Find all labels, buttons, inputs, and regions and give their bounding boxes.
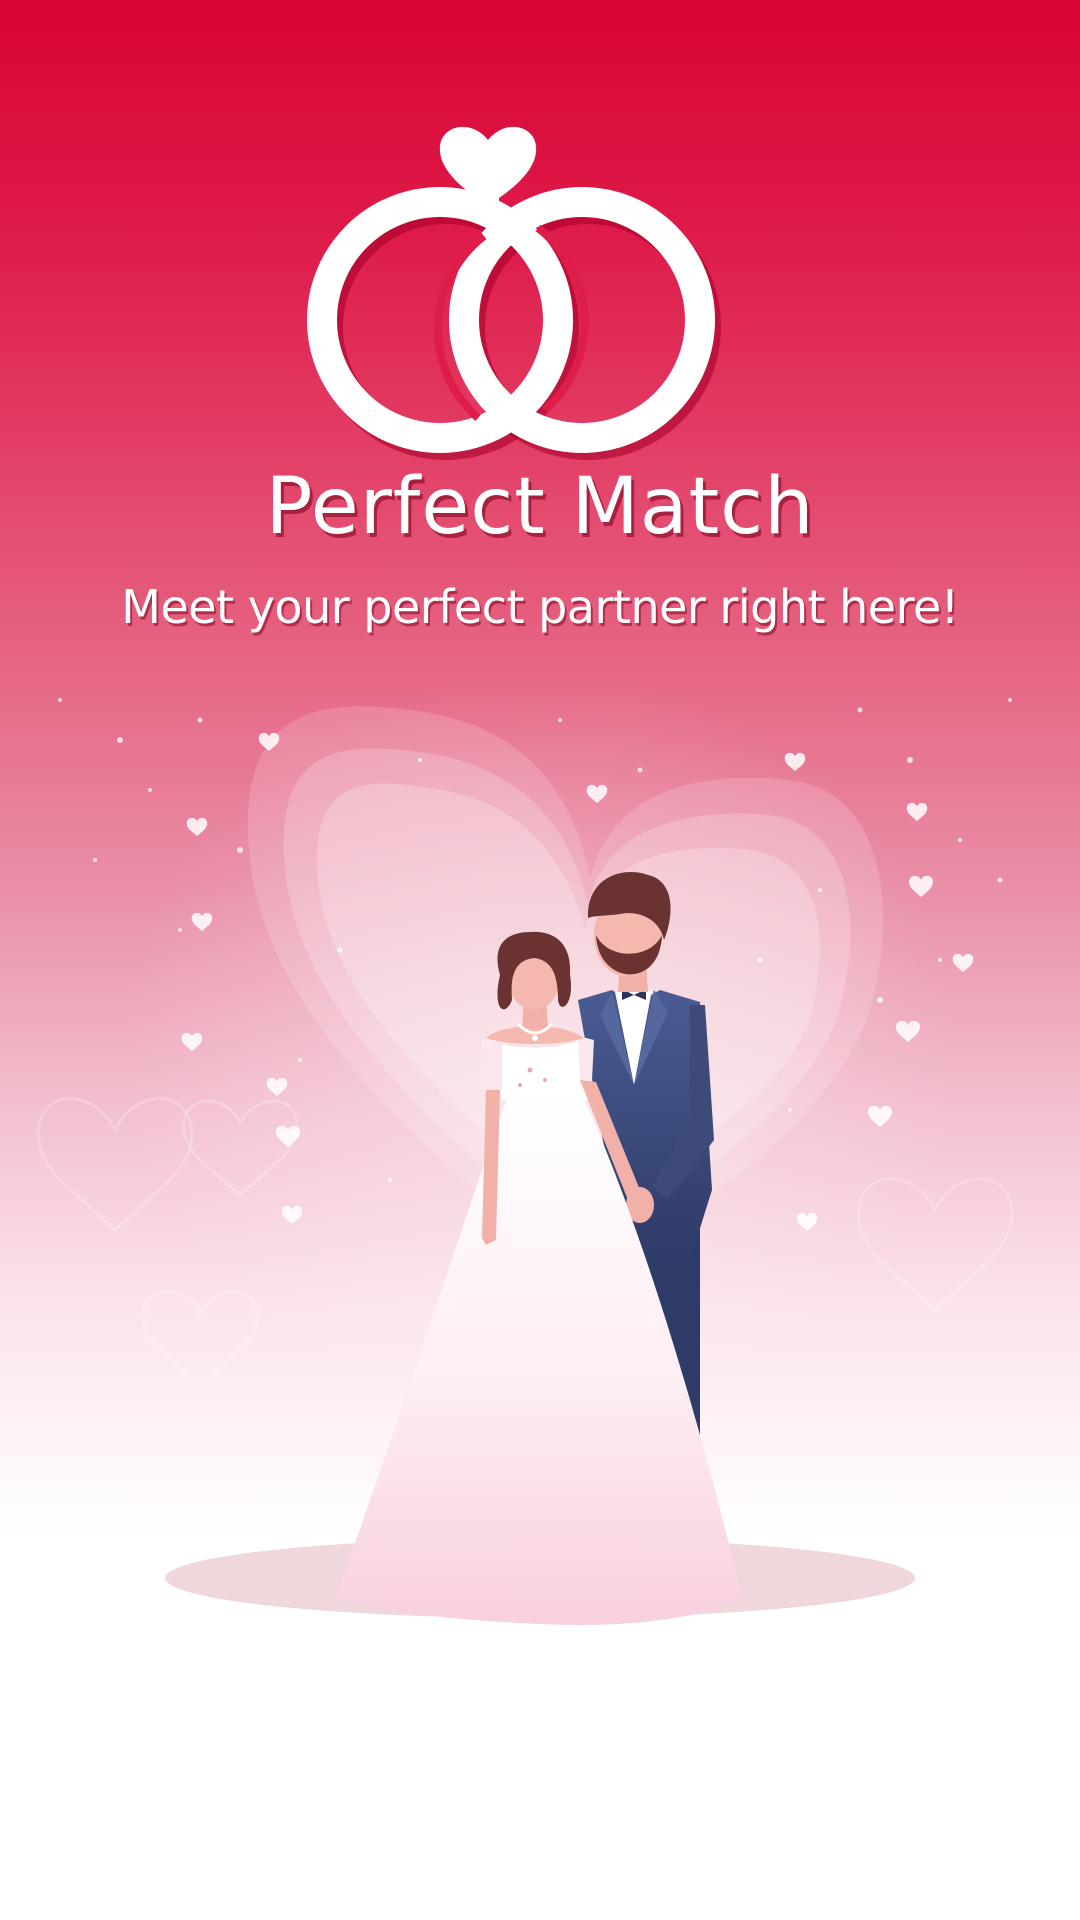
bride-and-groom-illustration <box>165 871 915 1625</box>
splash-screen: Perfect Match Meet your perfect partner … <box>0 0 1080 1920</box>
